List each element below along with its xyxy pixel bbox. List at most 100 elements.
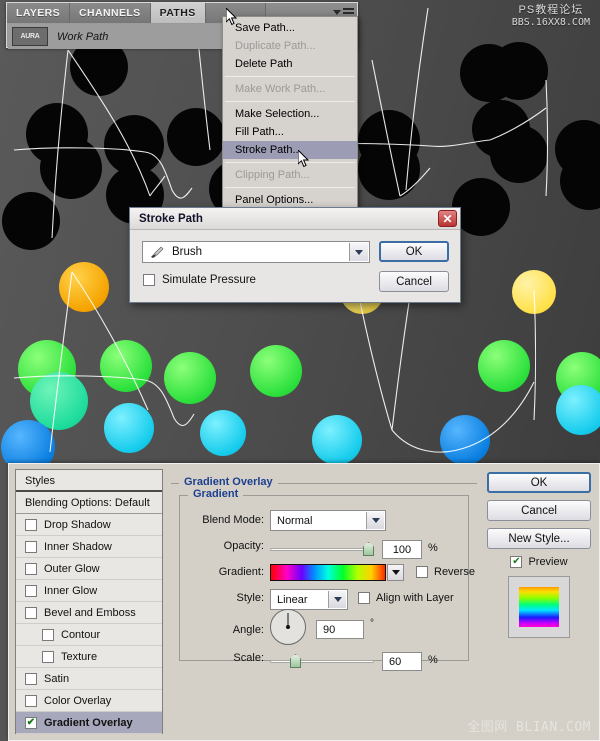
- artwork-dot-colored: [440, 415, 490, 463]
- menu-item-delete-path[interactable]: Delete Path: [223, 55, 357, 73]
- menu-separator: [225, 101, 355, 102]
- effect-drop-shadow[interactable]: Drop Shadow: [16, 514, 162, 536]
- dialog-body: Brush Simulate Pressure OK Cancel: [130, 230, 460, 303]
- layer-style-dialog[interactable]: Styles Blending Options: Default Drop Sh…: [8, 463, 600, 741]
- stroke-path-dialog[interactable]: Stroke Path ✕ Brush Simulate Pressure OK…: [129, 207, 461, 485]
- checkbox-box[interactable]: [25, 584, 37, 597]
- angle-hub: [286, 625, 290, 629]
- watermark-line-2: BBS.16XX8.COM: [511, 16, 590, 28]
- new-style-button[interactable]: New Style...: [487, 528, 591, 549]
- opacity-slider-track[interactable]: [270, 548, 374, 551]
- effect-label: Bevel and Emboss: [44, 606, 136, 619]
- layer-style-ok-button[interactable]: OK: [487, 472, 591, 493]
- preview-checkbox[interactable]: ✔ Preview: [487, 556, 591, 568]
- scale-slider-thumb[interactable]: [290, 654, 301, 668]
- angle-dial[interactable]: [270, 609, 306, 645]
- artwork-dot: [358, 138, 420, 200]
- scale-unit: %: [428, 654, 438, 666]
- menu-item-duplicate-path: Duplicate Path...: [235, 40, 316, 52]
- effect-outer-glow[interactable]: Outer Glow: [16, 558, 162, 580]
- checkbox-box[interactable]: [25, 672, 37, 685]
- scale-label: Scale:: [233, 652, 264, 664]
- checkbox-box[interactable]: [25, 540, 37, 553]
- scale-input[interactable]: 60: [382, 652, 422, 671]
- dialog-title-bar[interactable]: Stroke Path ✕: [130, 208, 460, 230]
- gradient-overlay-panel: Gradient Overlay Gradient Blend Mode: No…: [169, 469, 481, 734]
- stroke-ok-button[interactable]: OK: [379, 241, 449, 262]
- brush-icon: [151, 246, 164, 258]
- stroke-cancel-button[interactable]: Cancel: [379, 271, 449, 292]
- menu-item-save-path[interactable]: Save Path...: [223, 19, 357, 37]
- artwork-dot: [40, 137, 102, 199]
- section-title: Gradient Overlay: [179, 476, 278, 488]
- checkbox-box[interactable]: ✔: [25, 716, 37, 729]
- effect-texture[interactable]: Texture: [16, 646, 162, 668]
- tab-channels[interactable]: CHANNELS: [70, 3, 151, 23]
- artwork-dot-colored: [478, 340, 530, 392]
- effect-label: Inner Glow: [44, 584, 98, 597]
- artwork-dot-colored: [164, 352, 216, 404]
- opacity-unit: %: [428, 542, 438, 554]
- chevron-down-icon[interactable]: [349, 243, 368, 261]
- gradient-preview-bar[interactable]: [270, 564, 386, 581]
- menu-item-fill-path[interactable]: Fill Path...: [223, 123, 357, 141]
- watermark-top: PS教程论坛 BBS.16XX8.COM: [512, 4, 590, 28]
- path-thumbnail[interactable]: AURA: [12, 27, 48, 46]
- menu-item-make-selection[interactable]: Make Selection...: [223, 105, 357, 123]
- tab-layers[interactable]: LAYERS: [7, 3, 71, 23]
- gradient-label: Gradient:: [218, 566, 264, 578]
- gradient-swatch: [519, 587, 559, 627]
- checkbox-box[interactable]: [25, 518, 37, 531]
- checkbox-box[interactable]: [25, 606, 37, 619]
- artwork-dot-colored: [200, 410, 246, 456]
- effect-label: Satin: [44, 672, 70, 685]
- checkbox-box[interactable]: [25, 694, 37, 707]
- angle-input[interactable]: 90: [316, 620, 364, 639]
- checkbox-box[interactable]: [358, 592, 370, 604]
- checkbox-box[interactable]: [42, 628, 54, 641]
- screenshot-root: LAYERS CHANNELS PATHS AURA Work Path Sav…: [0, 0, 600, 741]
- gradient-group: Gradient Blend Mode: Normal Opacity: 100…: [179, 488, 475, 671]
- styles-list[interactable]: Styles Blending Options: Default Drop Sh…: [15, 469, 163, 734]
- gradient-style-value: Linear: [277, 593, 308, 606]
- blending-options-item[interactable]: Blending Options: Default: [16, 492, 162, 514]
- opacity-input[interactable]: 100: [382, 540, 422, 559]
- effect-gradient-overlay[interactable]: ✔ Gradient Overlay: [16, 712, 162, 734]
- dialog-title: Stroke Path: [139, 212, 203, 225]
- layer-style-cancel-button[interactable]: Cancel: [487, 500, 591, 521]
- reverse-checkbox[interactable]: Reverse: [416, 566, 475, 578]
- effect-satin[interactable]: Satin: [16, 668, 162, 690]
- tab-paths[interactable]: PATHS: [150, 3, 206, 23]
- artwork-dot-colored: [312, 415, 362, 463]
- effect-contour[interactable]: Contour: [16, 624, 162, 646]
- menu-item-clipping-path: Clipping Path...: [235, 169, 310, 181]
- gradient-picker-button[interactable]: [387, 564, 404, 581]
- chevron-down-icon[interactable]: [328, 591, 346, 608]
- checkbox-box[interactable]: ✔: [510, 556, 523, 568]
- scale-slider-track[interactable]: [270, 660, 374, 663]
- artwork-dot-colored: [512, 270, 556, 314]
- effect-color-overlay[interactable]: Color Overlay: [16, 690, 162, 712]
- checkbox-box[interactable]: [143, 274, 155, 286]
- gradient-style-select[interactable]: Linear: [270, 589, 348, 610]
- reverse-label: Reverse: [434, 566, 475, 578]
- effect-label: Inner Shadow: [44, 540, 112, 553]
- effect-inner-shadow[interactable]: Inner Shadow: [16, 536, 162, 558]
- checkbox-box[interactable]: [25, 562, 37, 575]
- menu-item-stroke-path[interactable]: Stroke Path...: [223, 141, 357, 159]
- watermark-bottom: 全图网 BLIAN.COM: [467, 720, 591, 735]
- effect-bevel-and-emboss[interactable]: Bevel and Emboss: [16, 602, 162, 624]
- checkbox-box[interactable]: [42, 650, 54, 663]
- style-label: Style:: [236, 592, 264, 604]
- opacity-slider-thumb[interactable]: [363, 542, 374, 556]
- chevron-down-icon[interactable]: [366, 512, 384, 529]
- stroke-tool-select[interactable]: Brush: [142, 241, 370, 263]
- align-with-layer-checkbox[interactable]: Align with Layer: [358, 592, 454, 604]
- simulate-pressure-checkbox[interactable]: Simulate Pressure: [143, 274, 256, 286]
- checkbox-box[interactable]: [416, 566, 428, 578]
- blend-mode-select[interactable]: Normal: [270, 510, 386, 531]
- close-icon[interactable]: ✕: [438, 210, 457, 227]
- effect-inner-glow[interactable]: Inner Glow: [16, 580, 162, 602]
- stroke-tool-value: Brush: [172, 246, 203, 258]
- effect-label: Drop Shadow: [44, 518, 111, 531]
